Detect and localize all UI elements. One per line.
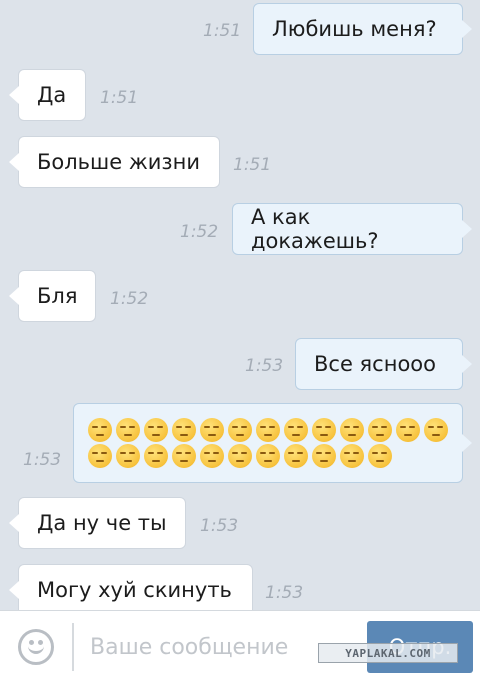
message-text: Могу хуй скинуть xyxy=(37,577,232,602)
message-text: Больше жизни xyxy=(37,149,200,174)
message-time: 1:52 xyxy=(110,289,149,309)
unamused-face-icon xyxy=(228,418,252,442)
unamused-face-icon xyxy=(172,418,196,442)
unamused-face-icon xyxy=(284,418,308,442)
unamused-face-icon xyxy=(116,444,140,468)
message-time: 1:53 xyxy=(23,450,62,470)
message-time: 1:51 xyxy=(100,88,139,108)
message-time: 1:53 xyxy=(245,356,284,376)
unamused-face-icon xyxy=(88,444,112,468)
unamused-face-icon xyxy=(228,444,252,468)
unamused-face-icon xyxy=(368,418,392,442)
unamused-face-icon xyxy=(200,444,224,468)
message-time: 1:51 xyxy=(203,21,242,41)
emoji-row xyxy=(88,418,448,442)
chat-history: Любишь меня? 1:51 Да 1:51 Больше жизни 1… xyxy=(0,0,480,610)
unamused-face-icon xyxy=(256,418,280,442)
message-time: 1:53 xyxy=(200,516,239,536)
unamused-face-icon xyxy=(144,418,168,442)
unamused-face-icon xyxy=(368,444,392,468)
message-text: Да ну че ты xyxy=(37,510,167,535)
unamused-face-icon xyxy=(144,444,168,468)
message-time: 1:52 xyxy=(180,222,219,242)
message-text: Бля xyxy=(37,283,78,308)
message-outgoing[interactable]: А как докажешь? xyxy=(232,203,472,255)
message-incoming[interactable]: Да ну че ты xyxy=(9,497,186,549)
smiley-icon[interactable] xyxy=(18,629,54,665)
unamused-face-icon xyxy=(200,418,224,442)
message-time: 1:51 xyxy=(233,155,272,175)
message-outgoing[interactable]: Любишь меня? xyxy=(253,3,472,55)
message-text: А как докажешь? xyxy=(251,204,379,253)
composer-divider xyxy=(72,623,74,671)
message-time: 1:53 xyxy=(265,583,304,603)
unamused-face-icon xyxy=(256,444,280,468)
emoji-grid xyxy=(74,418,462,468)
message-incoming[interactable]: Бля xyxy=(9,270,96,322)
message-incoming[interactable]: Могу хуй скинуть xyxy=(9,564,253,610)
unamused-face-icon xyxy=(88,418,112,442)
unamused-face-icon xyxy=(424,418,448,442)
message-text: Да xyxy=(37,82,67,107)
message-text: Любишь меня? xyxy=(272,16,437,41)
watermark: YAPLAKAL.COM xyxy=(318,643,458,663)
unamused-face-icon xyxy=(312,418,336,442)
unamused-face-icon xyxy=(340,444,364,468)
unamused-face-icon xyxy=(284,444,308,468)
message-incoming[interactable]: Да xyxy=(9,69,86,121)
message-outgoing-emoji[interactable] xyxy=(73,403,472,483)
message-text: Все ясноoo xyxy=(314,351,437,376)
unamused-face-icon xyxy=(312,444,336,468)
message-incoming[interactable]: Больше жизни xyxy=(9,136,220,188)
emoji-row xyxy=(88,444,448,468)
unamused-face-icon xyxy=(396,418,420,442)
message-outgoing[interactable]: Все ясноoo xyxy=(295,338,472,390)
unamused-face-icon xyxy=(172,444,196,468)
unamused-face-icon xyxy=(340,418,364,442)
unamused-face-icon xyxy=(116,418,140,442)
